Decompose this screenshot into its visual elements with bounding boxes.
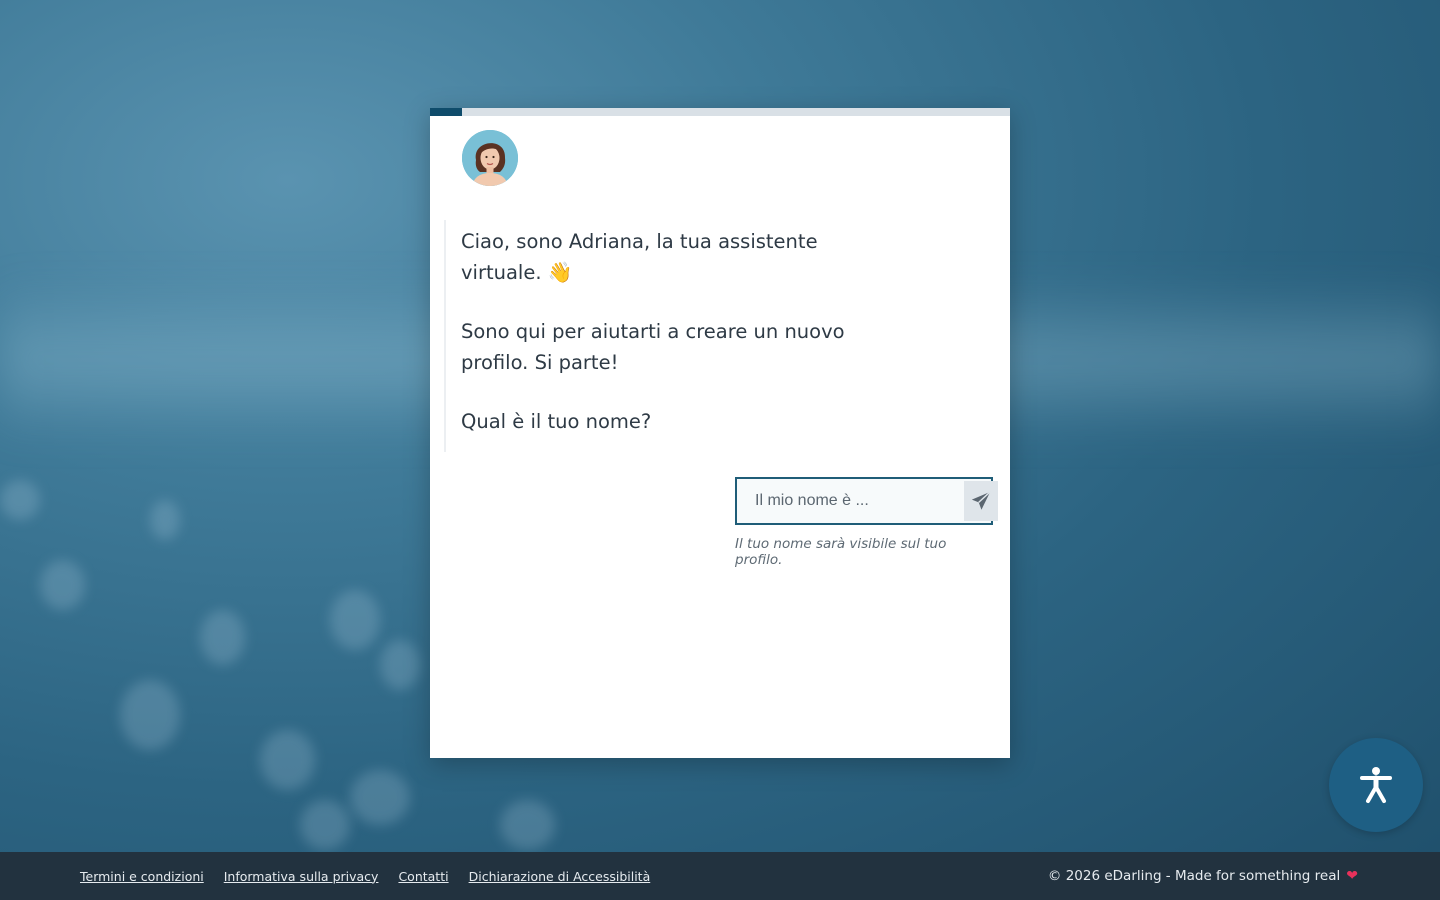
terms-link[interactable]: Termini e condizioni — [80, 869, 204, 884]
contacts-link[interactable]: Contatti — [398, 869, 448, 884]
accessibility-button[interactable] — [1329, 738, 1423, 832]
thread-line — [444, 220, 446, 452]
name-hint: Il tuo nome sarà visibile sul tuo profil… — [735, 536, 947, 568]
message-intro: Sono qui per aiutarti a creare un nuovo … — [461, 320, 845, 374]
accessibility-statement-link[interactable]: Dichiarazione di Accessibilità — [469, 869, 651, 884]
paper-plane-icon — [971, 491, 991, 510]
progress-bar-fill — [430, 108, 462, 116]
send-button[interactable] — [964, 481, 998, 521]
message-greeting: Ciao, sono Adriana, la tua assistente vi… — [461, 230, 818, 284]
onboarding-card: Ciao, sono Adriana, la tua assistente vi… — [430, 108, 1010, 758]
privacy-link[interactable]: Informativa sulla privacy — [224, 869, 379, 884]
assistant-avatar — [462, 130, 518, 186]
assistant-messages: Ciao, sono Adriana, la tua assistente vi… — [461, 226, 861, 465]
heart-icon: ❤ — [1346, 868, 1358, 884]
copyright: © 2026 eDarling - Made for something rea… — [1048, 852, 1358, 900]
footer-links: Termini e condizioni Informativa sulla p… — [80, 852, 650, 900]
name-input[interactable] — [737, 479, 962, 523]
waving-hand-emoji: 👋 — [547, 260, 573, 284]
progress-bar — [430, 108, 1010, 116]
footer: Termini e condizioni Informativa sulla p… — [0, 852, 1440, 900]
accessibility-icon — [1360, 767, 1392, 803]
message-question: Qual è il tuo nome? — [461, 410, 652, 433]
name-form — [735, 477, 998, 525]
copyright-text: © 2026 eDarling - Made for something rea… — [1047, 868, 1341, 884]
